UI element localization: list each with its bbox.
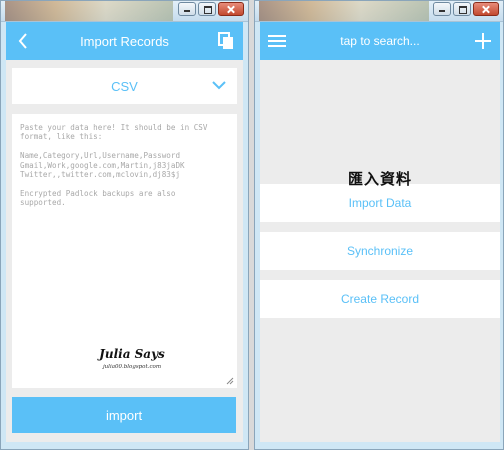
copy-icon	[218, 32, 233, 49]
format-select[interactable]: CSV	[12, 68, 237, 104]
hamburger-menu-icon	[268, 35, 286, 47]
back-button[interactable]	[6, 22, 40, 60]
minimize-button[interactable]	[178, 2, 196, 16]
placeholder-line: Twitter,,twitter.com,mclovin,dj83$j	[20, 170, 181, 180]
menu-item-synchronize[interactable]: Synchronize	[260, 232, 500, 270]
close-button[interactable]	[473, 2, 499, 16]
format-select-value: CSV	[111, 78, 138, 94]
copy-button[interactable]	[209, 22, 243, 60]
placeholder-line: format, like this:	[20, 132, 103, 142]
menu-button[interactable]	[260, 22, 294, 60]
page-title: Import Records	[80, 33, 169, 49]
placeholder-line: Paste your data here! It should be in CS…	[20, 123, 208, 132]
watermark-url: julia00.blogspot.com	[102, 364, 162, 370]
minimize-button[interactable]	[433, 2, 451, 16]
plus-icon	[475, 33, 491, 49]
maximize-button[interactable]	[198, 2, 216, 16]
watermark: Julia Says julia00.blogspot.com	[87, 347, 177, 370]
placeholder-line: Encrypted Padlock backups are also	[20, 188, 176, 198]
app-client-area: tap to search... 匯入資料 Import Data Synchr…	[260, 22, 500, 442]
app-client-area: Import Records CSV Paste your data here!…	[6, 22, 243, 442]
import-records-window: Import Records CSV Paste your data here!…	[0, 0, 249, 450]
main-menu-window: tap to search... 匯入資料 Import Data Synchr…	[254, 0, 504, 450]
menu-item-import-data[interactable]: Import Data	[260, 184, 500, 222]
chevron-down-icon	[212, 81, 226, 90]
window-controls	[433, 2, 499, 16]
titlebar-background	[259, 1, 429, 21]
overlay-caption: 匯入資料	[347, 170, 412, 188]
maximize-button[interactable]	[453, 2, 471, 16]
resize-handle-icon[interactable]	[226, 377, 234, 385]
search-field[interactable]: tap to search...	[340, 34, 419, 48]
main-appbar: tap to search...	[260, 22, 500, 60]
close-button[interactable]	[218, 2, 244, 16]
titlebar-background	[5, 1, 173, 21]
placeholder-line: supported.	[20, 198, 66, 208]
import-button[interactable]: import	[12, 397, 236, 433]
watermark-name: Julia Says	[99, 347, 165, 361]
window-controls	[178, 2, 244, 16]
menu-item-create-record[interactable]: Create Record	[260, 280, 500, 318]
import-appbar: Import Records	[6, 22, 243, 60]
chevron-left-icon	[18, 33, 27, 49]
placeholder-line: Name,Category,Url,Username,Password	[20, 151, 181, 161]
placeholder-line: Gmail,Work,google.com,Martin,j83jaDK	[20, 160, 185, 170]
add-record-button[interactable]	[466, 22, 500, 60]
